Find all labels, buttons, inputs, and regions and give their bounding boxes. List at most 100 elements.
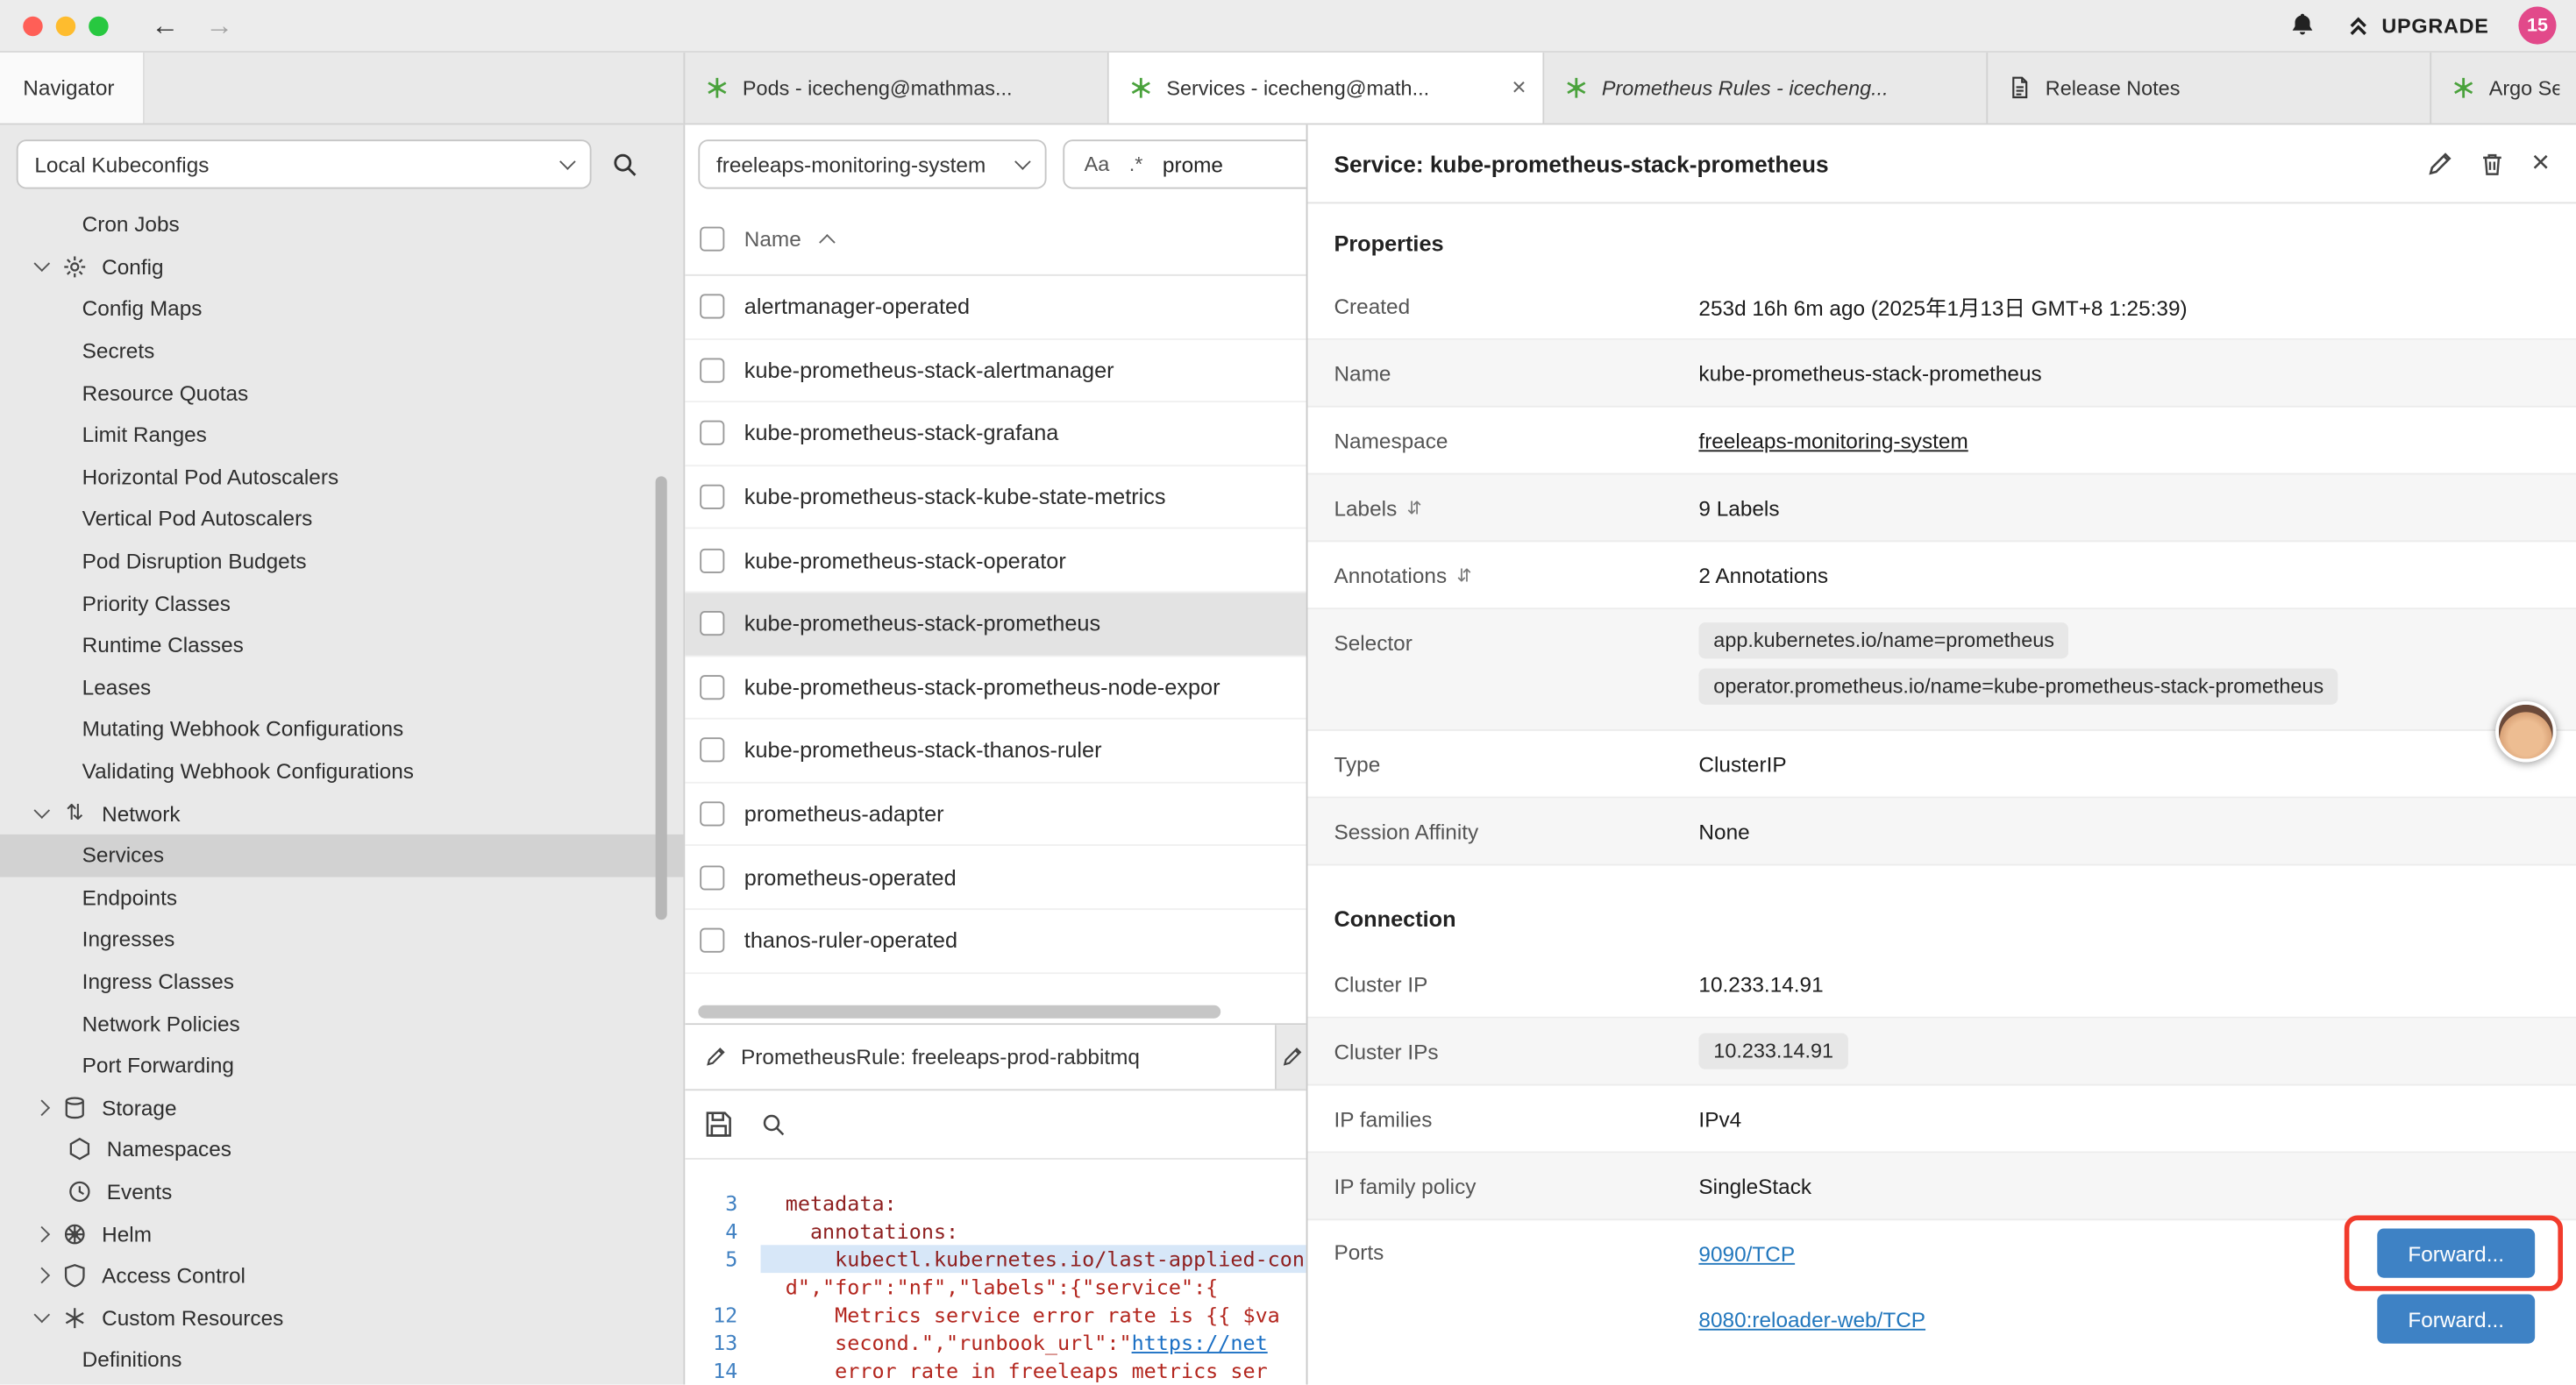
close-window-button[interactable] <box>23 16 42 35</box>
forward-icon[interactable]: → <box>205 9 233 41</box>
sidebar-item-leases[interactable]: Leases <box>0 666 683 708</box>
row-checkbox[interactable] <box>700 485 724 509</box>
sidebar-item-validating-webhook-configurations[interactable]: Validating Webhook Configurations <box>0 750 683 792</box>
sort-ascending-icon[interactable] <box>819 234 836 251</box>
table-row[interactable]: kube-prometheus-stack-grafana <box>685 402 1306 465</box>
table-row[interactable]: kube-prometheus-stack-thanos-ruler <box>685 720 1306 783</box>
forward-button[interactable]: Forward... <box>2377 1294 2535 1343</box>
editor-line-wrapped: d","for":"nf","labels":{"service":{ <box>685 1273 1306 1301</box>
dock-tab-prometheusrule[interactable]: PrometheusRule: freeleaps-prod-rabbitmq <box>685 1025 1277 1089</box>
close-icon[interactable]: × <box>2531 150 2550 176</box>
regex-toggle[interactable]: .* <box>1129 153 1143 175</box>
sidebar-item-config[interactable]: Config <box>0 245 683 288</box>
sidebar-item-mutating-webhook-configurations[interactable]: Mutating Webhook Configurations <box>0 708 683 750</box>
yaml-editor[interactable]: 3 metadata: 4 annotations: 5 kubectl.kub… <box>685 1160 1306 1385</box>
row-checkbox[interactable] <box>700 358 724 382</box>
namespace-link[interactable]: freeleaps-monitoring-system <box>1698 428 1968 452</box>
search-input[interactable]: Aa .* prome <box>1063 139 1306 188</box>
notification-count-badge[interactable]: 15 <box>2518 6 2556 44</box>
sidebar-item-config-maps[interactable]: Config Maps <box>0 288 683 330</box>
sidebar-item-cron-jobs[interactable]: Cron Jobs <box>0 203 683 245</box>
editor-line: 14 error rate in freeleaps metrics ser <box>685 1357 1306 1385</box>
row-checkbox[interactable] <box>700 612 724 636</box>
save-icon[interactable] <box>703 1109 735 1140</box>
sidebar-item-secrets[interactable]: Secrets <box>0 330 683 372</box>
table-row[interactable]: kube-prometheus-stack-operator <box>685 529 1306 593</box>
back-icon[interactable]: ← <box>151 9 179 41</box>
sidebar-item-limit-ranges[interactable]: Limit Ranges <box>0 414 683 456</box>
sidebar-scrollbar[interactable] <box>656 476 667 920</box>
navigator-header: Navigator <box>0 53 685 124</box>
sidebar-item-access-control[interactable]: Access Control <box>0 1254 683 1296</box>
sidebar-item-namespaces[interactable]: Namespaces <box>0 1128 683 1170</box>
horizontal-scrollbar[interactable] <box>698 1005 1220 1019</box>
sidebar-item-definitions[interactable]: Definitions <box>0 1339 683 1381</box>
floating-avatar[interactable] <box>2495 701 2556 762</box>
line-number: 12 <box>685 1301 760 1329</box>
sidebar-item-resource-quotas[interactable]: Resource Quotas <box>0 372 683 414</box>
sidebar-item-runtime-classes[interactable]: Runtime Classes <box>0 624 683 666</box>
table-row-selected[interactable]: kube-prometheus-stack-prometheus <box>685 593 1306 656</box>
table-row[interactable]: kube-prometheus-stack-kube-state-metrics <box>685 466 1306 529</box>
row-checkbox[interactable] <box>700 801 724 826</box>
trash-icon[interactable] <box>2479 150 2505 176</box>
sidebar-item-horizontal-pod-autoscalers[interactable]: Horizontal Pod Autoscalers <box>0 456 683 498</box>
edit-icon[interactable] <box>2426 150 2452 176</box>
tab-pods[interactable]: Pods - icecheng@mathmas... <box>685 53 1108 124</box>
expander-icon[interactable]: ⇵ <box>1406 497 1421 518</box>
table-row[interactable]: prometheus-operated <box>685 847 1306 910</box>
sidebar-item-custom-resources[interactable]: Custom Resources <box>0 1296 683 1339</box>
namespace-selector[interactable]: freeleaps-monitoring-system <box>698 139 1046 188</box>
row-checkbox[interactable] <box>700 738 724 763</box>
row-checkbox[interactable] <box>700 928 724 953</box>
tab-release-notes[interactable]: Release Notes <box>1988 53 2431 124</box>
dock-tab-next-partial[interactable] <box>1277 1025 1306 1089</box>
sidebar-item-ingress-classes[interactable]: Ingress Classes <box>0 961 683 1003</box>
sidebar-item-vertical-pod-autoscalers[interactable]: Vertical Pod Autoscalers <box>0 498 683 540</box>
upgrade-button[interactable]: UPGRADE <box>2345 13 2489 38</box>
port-link[interactable]: 9090/TCP <box>1698 1241 1795 1266</box>
table-row[interactable]: kube-prometheus-stack-prometheus-node-ex… <box>685 657 1306 720</box>
sidebar-item-helm[interactable]: Helm <box>0 1212 683 1254</box>
bell-icon[interactable] <box>2288 11 2316 39</box>
zoom-window-button[interactable] <box>89 16 108 35</box>
tab-services[interactable]: Services - icecheng@math... × <box>1109 53 1545 124</box>
close-tab-icon[interactable]: × <box>1502 74 1526 102</box>
sidebar-item-events[interactable]: Events <box>0 1170 683 1212</box>
sidebar-item-storage[interactable]: Storage <box>0 1086 683 1128</box>
name-column-header[interactable]: Name <box>744 227 801 252</box>
sidebar-item-services[interactable]: Services <box>0 835 683 877</box>
expander-icon[interactable]: ⇵ <box>1456 565 1471 586</box>
sidebar-item-ingresses[interactable]: Ingresses <box>0 919 683 961</box>
match-case-toggle[interactable]: Aa <box>1085 153 1110 175</box>
tab-prometheus-rules[interactable]: Prometheus Rules - icecheng... <box>1544 53 1988 124</box>
row-checkbox[interactable] <box>700 865 724 890</box>
sidebar-item-priority-classes[interactable]: Priority Classes <box>0 582 683 624</box>
kubeconfig-selector[interactable]: Local Kubeconfigs <box>17 139 592 188</box>
sidebar-item-endpoints[interactable]: Endpoints <box>0 877 683 919</box>
upgrade-label: UPGRADE <box>2381 14 2488 37</box>
table-row[interactable]: thanos-ruler-operated <box>685 910 1306 973</box>
table-row[interactable]: alertmanager-operated <box>685 276 1306 339</box>
sidebar-item-network[interactable]: ⇅ Network <box>0 792 683 835</box>
window-titlebar: ← → UPGRADE 15 <box>0 0 2576 53</box>
tab-argo[interactable]: Argo Se <box>2431 53 2576 124</box>
select-all-checkbox[interactable] <box>700 227 724 252</box>
search-icon[interactable] <box>611 150 639 178</box>
row-checkbox[interactable] <box>700 548 724 572</box>
sidebar-item-pod-disruption-budgets[interactable]: Pod Disruption Budgets <box>0 540 683 582</box>
row-checkbox[interactable] <box>700 675 724 700</box>
navigator-tree: Cron Jobs Config Config Maps Secrets Res… <box>0 203 683 1381</box>
forward-button[interactable]: Forward... <box>2377 1229 2535 1278</box>
dock-tab-label: PrometheusRule: freeleaps-prod-rabbitmq <box>741 1045 1140 1069</box>
row-checkbox[interactable] <box>700 295 724 319</box>
sidebar-item-network-policies[interactable]: Network Policies <box>0 1002 683 1044</box>
drawer-row-ip-family-policy: IP family policy SingleStack <box>1307 1153 2576 1220</box>
table-row[interactable]: prometheus-adapter <box>685 783 1306 846</box>
search-icon[interactable] <box>761 1112 787 1138</box>
row-checkbox[interactable] <box>700 422 724 446</box>
sidebar-item-port-forwarding[interactable]: Port Forwarding <box>0 1044 683 1086</box>
table-row[interactable]: kube-prometheus-stack-alertmanager <box>685 339 1306 402</box>
minimize-window-button[interactable] <box>56 16 75 35</box>
port-link[interactable]: 8080:reloader-web/TCP <box>1698 1307 1925 1332</box>
